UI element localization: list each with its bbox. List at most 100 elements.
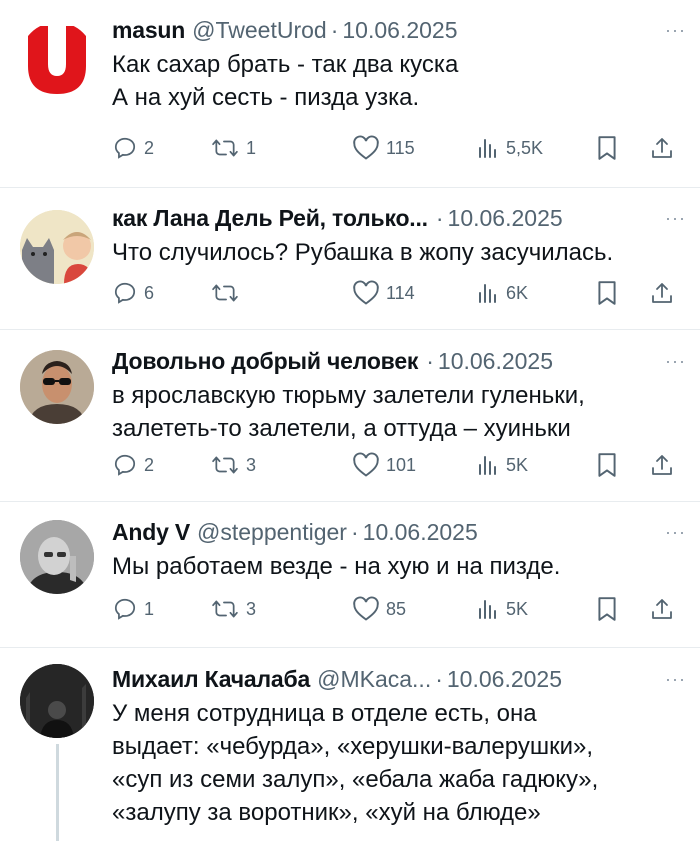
views-icon [479,600,496,619]
like-count: 101 [386,454,417,475]
avatar[interactable] [20,350,94,424]
view-count: 6K [506,282,529,303]
reply-count: 1 [144,598,155,619]
views-button[interactable]: 5K [476,594,528,624]
bookmark-button[interactable] [596,450,618,480]
views-icon [479,284,496,303]
share-icon [652,138,672,158]
author-name[interactable]: Andy V [112,519,190,546]
reply-count: 2 [144,454,155,475]
reply-icon [114,137,136,159]
more-options-icon[interactable]: ··· [665,20,686,41]
more-options-icon[interactable]: ··· [665,669,686,690]
tweet[interactable]: Михаил Качалаба @MKaca... · 10.06.2025 ·… [0,648,700,841]
retweet-button[interactable]: 3 [210,594,256,624]
retweet-button[interactable]: 1 [210,133,256,163]
like-button[interactable]: 85 [352,594,406,624]
share-button[interactable] [650,450,674,480]
separator-dot: · [350,518,359,545]
tweet[interactable]: masun @TweetUrod · 10.06.2025 ··· Как са… [0,0,700,188]
reply-count: 2 [144,137,155,158]
man-sunglasses-avatar-icon [20,350,94,424]
like-button[interactable]: 114 [352,278,415,308]
bookmark-button[interactable] [596,278,618,308]
author-handle[interactable]: @steppentiger [197,519,347,546]
more-options-icon[interactable]: ··· [665,351,686,372]
views-button[interactable]: 6K [476,278,528,308]
avatar[interactable] [20,520,94,594]
retweet-button[interactable]: 3 [210,450,256,480]
tweet-text-line: А на хуй сесть - пизда узка. [112,84,420,111]
author-name[interactable]: Михаил Качалаба [112,666,310,693]
tweet-text: Что случилось? Рубашка в жопу засучилась… [112,236,686,269]
reply-button[interactable]: 1 [112,594,154,624]
tweet-date[interactable]: 10.06.2025 [448,205,563,232]
bookmark-button[interactable] [596,594,618,624]
share-button[interactable] [650,133,674,163]
retweet-icon [212,284,238,302]
heart-icon [353,135,379,160]
tweet-date[interactable]: 10.06.2025 [438,348,553,375]
bookmark-icon [598,453,616,477]
tweet-actions: 6 114 6K [112,278,682,308]
tweet-date[interactable]: 10.06.2025 [447,666,562,693]
share-icon [652,283,672,303]
bookmark-icon [598,136,616,160]
reply-icon [114,454,136,476]
reply-button[interactable]: 2 [112,133,154,163]
tweet[interactable]: как Лана Дель Рей, только... · 10.06.202… [0,188,700,330]
separator-dot: · [435,665,443,692]
tweeturod-logo-icon [28,26,86,94]
separator-dot: · [426,347,434,374]
like-button[interactable]: 115 [352,133,415,163]
more-options-icon[interactable]: ··· [665,522,686,543]
share-button[interactable] [650,278,674,308]
tweet-text-line: Что случилось? Рубашка в жопу засучилась… [112,239,614,266]
avatar[interactable] [20,22,94,96]
author-name[interactable]: Довольно добрый человек [112,348,418,375]
bookmark-icon [598,597,616,621]
retweet-count: 3 [246,454,257,475]
tweet-header: masun @TweetUrod · 10.06.2025 [112,14,686,46]
author-name[interactable]: как Лана Дель Рей, только... [112,205,428,232]
tweet-actions: 1 3 85 5K [112,594,682,624]
tweet-text-line: залететь-то залетели, а оттуда – хуиньки [112,415,571,442]
views-button[interactable]: 5K [476,450,528,480]
reply-button[interactable]: 6 [112,278,154,308]
tweet-header: Довольно добрый человек · 10.06.2025 [112,345,686,377]
like-button[interactable]: 101 [352,450,416,480]
tweet-text-line: «залупу за воротник», «хуй на блюде» [112,799,541,826]
like-count: 115 [386,137,415,158]
bookmark-button[interactable] [596,133,618,163]
tweet[interactable]: Andy V @steppentiger · 10.06.2025 ··· Мы… [0,502,700,648]
tweet[interactable]: Довольно добрый человек · 10.06.2025 ···… [0,330,700,502]
author-handle[interactable]: @TweetUrod [192,17,327,44]
tweet-text: У меня сотрудница в отделе есть, она выд… [112,697,686,829]
heart-icon [353,452,379,477]
reply-button[interactable]: 2 [112,450,154,480]
retweet-button[interactable] [210,278,246,308]
cat-and-face-avatar-icon [20,210,94,284]
tweet-date[interactable]: 10.06.2025 [342,17,457,44]
share-icon [652,599,672,619]
reply-icon [114,598,136,620]
tweet-date[interactable]: 10.06.2025 [363,519,478,546]
tweet-text: в ярославскую тюрьму залетели гуленьки, … [112,379,686,445]
author-handle[interactable]: @MKaca... [317,666,431,693]
retweet-icon [212,456,238,474]
avatar[interactable] [20,210,94,284]
retweet-count: 3 [246,598,257,619]
retweet-icon [212,600,238,618]
grayscale-man-avatar-icon [20,520,94,594]
more-options-icon[interactable]: ··· [665,208,686,229]
author-name[interactable]: masun [112,17,185,44]
separator-dot: · [330,16,339,43]
like-count: 85 [386,598,407,619]
tweet-text-line: «суп из семи залуп», «ебала жаба гадюку»… [112,766,599,793]
thread-line [56,744,59,841]
tweet-actions: 2 1 115 5,5K [112,133,682,163]
views-button[interactable]: 5,5K [476,133,543,163]
heart-icon [353,280,379,305]
share-button[interactable] [650,594,674,624]
avatar[interactable] [20,664,94,738]
